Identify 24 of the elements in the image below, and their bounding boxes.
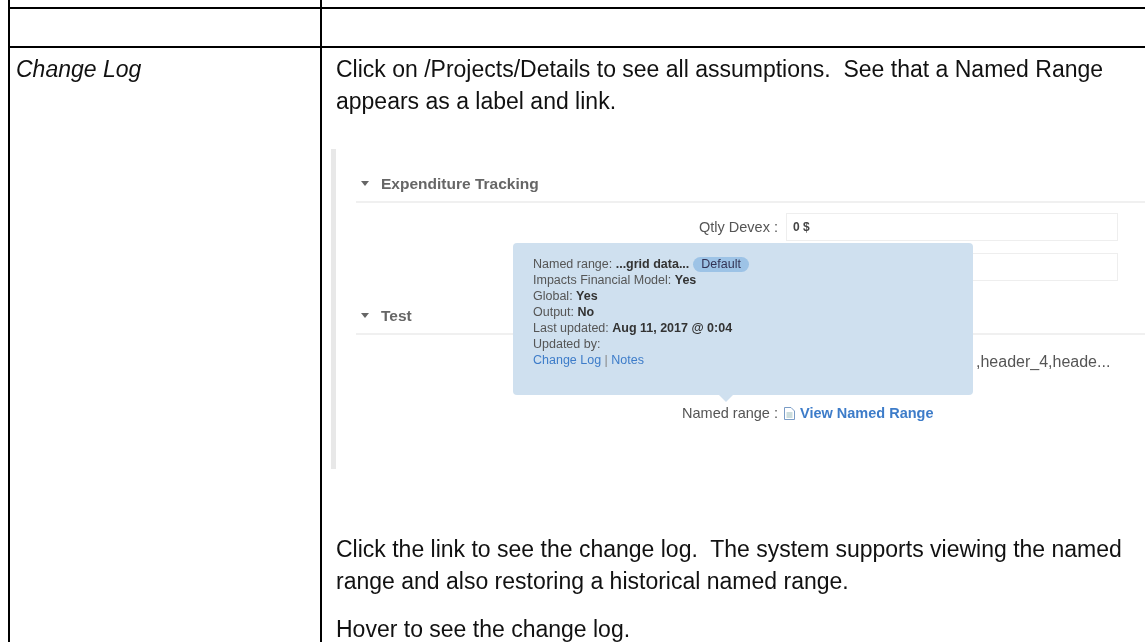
notes-link[interactable]: Notes	[611, 353, 644, 367]
section-title[interactable]: Test	[381, 307, 412, 325]
field-value: ,header_4,heade...	[976, 353, 1112, 371]
tooltip-line: Impacts Financial Model: Yes	[533, 273, 697, 287]
input-field[interactable]: 0 $	[786, 213, 1118, 241]
section-title[interactable]: Expenditure Tracking	[381, 175, 539, 193]
caret-icon[interactable]	[361, 313, 369, 319]
view-named-range-link[interactable]: View Named Range	[784, 405, 934, 421]
document-icon	[784, 406, 795, 420]
tooltip-line: Last updated: Aug 11, 2017 @ 0:04	[533, 321, 733, 335]
tooltip-line: Updated by:	[533, 337, 601, 351]
link-separator: |	[604, 353, 608, 367]
tooltip-line: Global: Yes	[533, 289, 598, 303]
paragraph: Click on /Projects/Details to see all assumptions. See that a Named Range appears as a label and link.	[336, 55, 1105, 116]
change-log-link[interactable]: Change Log	[533, 353, 602, 367]
row-label: Change Log	[15, 55, 143, 84]
field-label: Named range :	[682, 405, 778, 421]
tooltip-line: Output: No	[533, 305, 595, 319]
caret-icon[interactable]	[361, 181, 369, 187]
paragraph: Hover to see the change log.	[336, 615, 632, 642]
paragraph: Click the link to see the change log. The system supports viewing the named range and also restoring a historical named range.	[336, 535, 1123, 596]
default-badge: Default	[693, 257, 749, 272]
tooltip-line: Named range: ...grid data...	[533, 257, 690, 271]
field-label: Qtly Devex :	[698, 219, 779, 235]
